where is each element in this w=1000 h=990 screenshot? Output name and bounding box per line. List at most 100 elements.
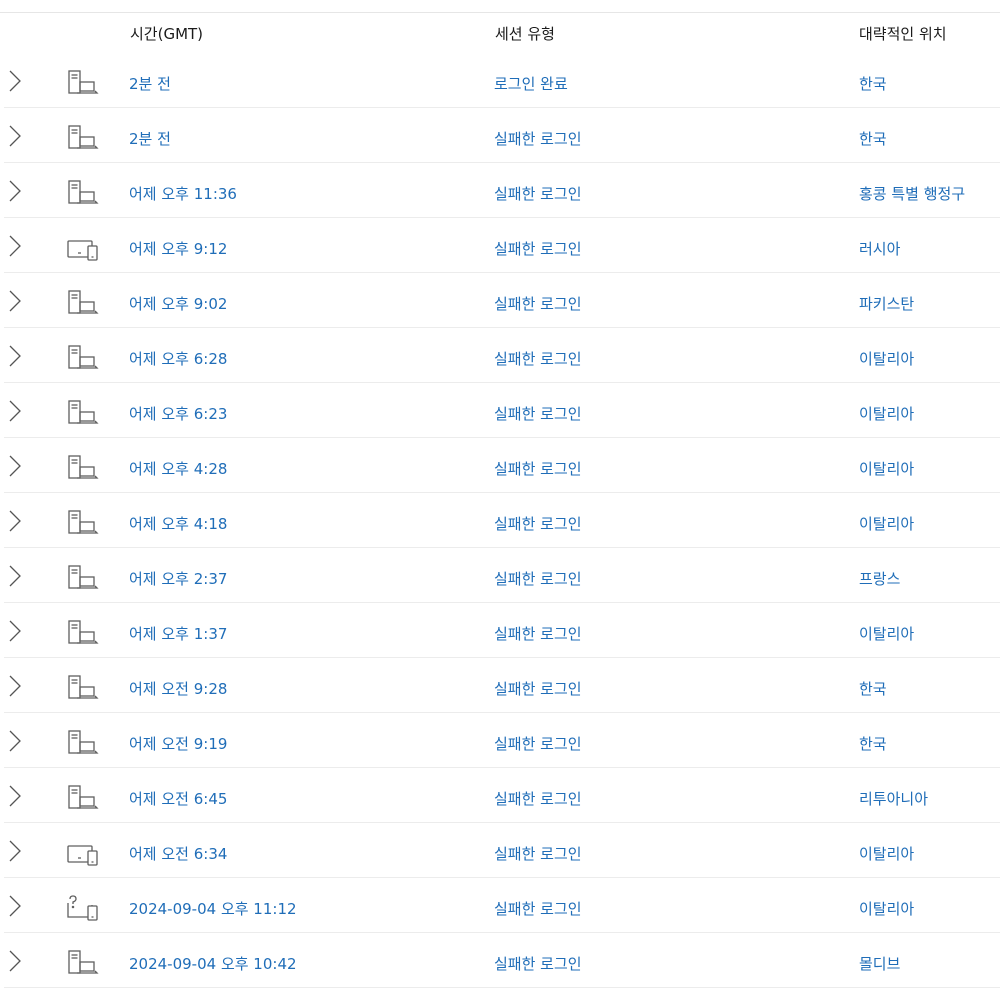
desktop-laptop-icon — [66, 344, 100, 372]
desktop-laptop-icon — [66, 179, 100, 207]
row-time: 어제 오후 4:18 — [129, 515, 228, 533]
table-row[interactable]: 어제 오후 6:23 실패한 로그인 이탈리아 — [0, 383, 1000, 438]
chevron-right-icon[interactable] — [8, 730, 22, 752]
desktop-laptop-icon — [66, 399, 100, 427]
row-location: 프랑스 — [859, 570, 901, 588]
table-row[interactable]: 어제 오후 9:02 실패한 로그인 파키스탄 — [0, 273, 1000, 328]
column-header-location: 대략적인 위치 — [859, 25, 947, 43]
table-row[interactable]: 어제 오후 6:28 실패한 로그인 이탈리아 — [0, 328, 1000, 383]
desktop-laptop-icon — [66, 674, 100, 702]
row-location: 리투아니아 — [859, 790, 929, 808]
row-session-type: 실패한 로그인 — [494, 295, 582, 313]
row-location: 홍콩 특별 행정구 — [859, 185, 966, 203]
row-location: 이탈리아 — [859, 625, 915, 643]
row-location: 한국 — [859, 680, 887, 698]
row-time: 어제 오후 1:37 — [129, 625, 228, 643]
table-row[interactable]: 어제 오후 4:18 실패한 로그인 이탈리아 — [0, 493, 1000, 548]
row-time: 어제 오후 9:12 — [129, 240, 228, 258]
row-time: 어제 오후 11:36 — [129, 185, 237, 203]
row-location: 이탈리아 — [859, 900, 915, 918]
table-row[interactable]: 어제 오후 11:36 실패한 로그인 홍콩 특별 행정구 — [0, 163, 1000, 218]
row-session-type: 실패한 로그인 — [494, 900, 582, 918]
row-session-type: 실패한 로그인 — [494, 460, 582, 478]
row-location: 이탈리아 — [859, 350, 915, 368]
chevron-right-icon[interactable] — [8, 235, 22, 257]
chevron-right-icon[interactable] — [8, 180, 22, 202]
row-session-type: 실패한 로그인 — [494, 240, 582, 258]
row-time: 2분 전 — [129, 130, 171, 148]
row-session-type: 실패한 로그인 — [494, 955, 582, 973]
row-time: 어제 오후 2:37 — [129, 570, 228, 588]
chevron-right-icon[interactable] — [8, 565, 22, 587]
chevron-right-icon[interactable] — [8, 950, 22, 972]
row-location: 한국 — [859, 735, 887, 753]
column-header-time: 시간(GMT) — [130, 25, 204, 43]
chevron-right-icon[interactable] — [8, 290, 22, 312]
table-row[interactable]: 어제 오후 9:12 실패한 로그인 러시아 — [0, 218, 1000, 273]
table-body: 2분 전 로그인 완료 한국 2분 전 실패한 로그인 한국 어제 오후 11:36 실패한 … — [0, 53, 1000, 988]
desktop-laptop-icon — [66, 729, 100, 757]
row-time: 어제 오후 4:28 — [129, 460, 228, 478]
table-row[interactable]: 어제 오전 6:45 실패한 로그인 리투아니아 — [0, 768, 1000, 823]
table-row[interactable]: 어제 오후 4:28 실패한 로그인 이탈리아 — [0, 438, 1000, 493]
desktop-laptop-icon — [66, 949, 100, 977]
chevron-right-icon[interactable] — [8, 840, 22, 862]
table-row[interactable]: 2024-09-04 오후 11:12 실패한 로그인 이탈리아 — [0, 878, 1000, 933]
row-location: 한국 — [859, 75, 887, 93]
row-session-type: 실패한 로그인 — [494, 185, 582, 203]
table-row[interactable]: 어제 오후 1:37 실패한 로그인 이탈리아 — [0, 603, 1000, 658]
desktop-laptop-icon — [66, 124, 100, 152]
chevron-right-icon[interactable] — [8, 785, 22, 807]
row-session-type: 실패한 로그인 — [494, 625, 582, 643]
desktop-laptop-icon — [66, 69, 100, 97]
desktop-laptop-icon — [66, 454, 100, 482]
row-location: 이탈리아 — [859, 405, 915, 423]
row-session-type: 실패한 로그인 — [494, 350, 582, 368]
chevron-right-icon[interactable] — [8, 620, 22, 642]
row-session-type: 실패한 로그인 — [494, 515, 582, 533]
row-time: 어제 오전 9:28 — [129, 680, 228, 698]
chevron-right-icon[interactable] — [8, 345, 22, 367]
row-location: 이탈리아 — [859, 515, 915, 533]
row-time: 어제 오전 6:34 — [129, 845, 228, 863]
row-time: 어제 오전 9:19 — [129, 735, 228, 753]
chevron-right-icon[interactable] — [8, 125, 22, 147]
row-session-type: 실패한 로그인 — [494, 130, 582, 148]
chevron-right-icon[interactable] — [8, 455, 22, 477]
row-time: 2분 전 — [129, 75, 171, 93]
unknown-device-icon — [66, 894, 100, 922]
desktop-laptop-icon — [66, 509, 100, 537]
chevron-right-icon[interactable] — [8, 400, 22, 422]
table-row[interactable]: 어제 오전 9:19 실패한 로그인 한국 — [0, 713, 1000, 768]
row-time: 2024-09-04 오후 10:42 — [129, 955, 297, 973]
row-time: 어제 오후 6:28 — [129, 350, 228, 368]
row-session-type: 실패한 로그인 — [494, 405, 582, 423]
desktop-laptop-icon — [66, 289, 100, 317]
table-row[interactable]: 어제 오전 9:28 실패한 로그인 한국 — [0, 658, 1000, 713]
row-location: 한국 — [859, 130, 887, 148]
row-location: 파키스탄 — [859, 295, 915, 313]
table-row[interactable]: 2분 전 로그인 완료 한국 — [0, 53, 1000, 108]
table-row[interactable]: 2분 전 실패한 로그인 한국 — [0, 108, 1000, 163]
table-row[interactable]: 어제 오전 6:34 실패한 로그인 이탈리아 — [0, 823, 1000, 878]
table-row[interactable]: 어제 오후 2:37 실패한 로그인 프랑스 — [0, 548, 1000, 603]
desktop-laptop-icon — [66, 619, 100, 647]
chevron-right-icon[interactable] — [8, 675, 22, 697]
row-time: 어제 오후 9:02 — [129, 295, 228, 313]
chevron-right-icon[interactable] — [8, 510, 22, 532]
tablet-phone-icon — [66, 839, 100, 867]
chevron-right-icon[interactable] — [8, 70, 22, 92]
row-time: 2024-09-04 오후 11:12 — [129, 900, 297, 918]
tablet-phone-icon — [66, 234, 100, 262]
row-session-type: 실패한 로그인 — [494, 680, 582, 698]
desktop-laptop-icon — [66, 784, 100, 812]
column-header-session-type: 세션 유형 — [495, 25, 555, 43]
row-location: 이탈리아 — [859, 845, 915, 863]
row-location: 러시아 — [859, 240, 901, 258]
table-header: 시간(GMT) 세션 유형 대략적인 위치 — [0, 13, 1000, 53]
row-time: 어제 오전 6:45 — [129, 790, 228, 808]
desktop-laptop-icon — [66, 564, 100, 592]
chevron-right-icon[interactable] — [8, 895, 22, 917]
table-row[interactable]: 2024-09-04 오후 10:42 실패한 로그인 몰디브 — [0, 933, 1000, 988]
row-session-type: 실패한 로그인 — [494, 570, 582, 588]
